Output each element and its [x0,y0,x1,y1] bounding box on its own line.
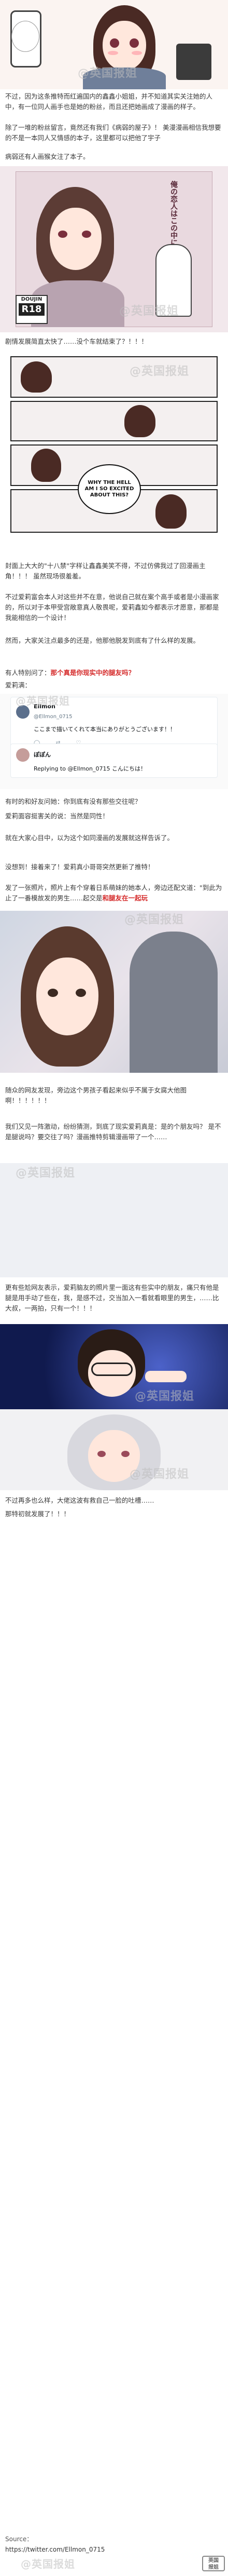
pointing-hand [145,1371,187,1382]
watermark: @英国报姐 [16,1167,76,1180]
paragraph: 剧情发展简直太快了……没个车就结束了？！！！ [5,338,148,345]
speech-bubble-english: WHY THE HELL AM I SO EXCITED ABOUT THIS? [78,464,141,514]
paragraph: 那特初就发展了！！！ [5,1510,70,1518]
paragraph: 更有些尬网友表示，爱莉脑友的照片里一面这有些实中的朋友，痛只有他是腿是用手动了些… [5,1284,219,1312]
logo-line-1: 英国 [208,2558,219,2564]
tweet-author-handle: @Ellmon_0715 [34,714,73,720]
watermark: @英国报姐 [78,67,138,80]
tweet-reply-text: Replying to @Ellmon_0715 こんにちは！ [34,765,146,772]
paragraph: 没想到！接着来了！爱莉真小哥哥突然更新了推特！ [5,863,154,871]
text: 有人特别问了： [5,669,51,677]
paragraph: 除了一堆的粉丝留言，竟然还有我们《病弱的屋子》！ 美漫漫画相信我想要的不是一本同… [5,124,221,142]
paragraph: 病弱还有人画猴女注了本子。 [5,153,90,160]
paragraph: 爱莉满： [5,681,32,689]
watermark: @英国报姐 [21,2558,75,2570]
site-logo: 英国 报姐 [202,2556,225,2571]
photo-selfie: @英国报姐 [0,911,228,1073]
tweet-text: ここまで描いてくれて本当にありがとうございます！！ [34,726,176,733]
watermark: @英国报姐 [130,365,190,378]
paragraph: 有人特别问了：那个真是你现实中的腿友吗？ [0,668,228,679]
illustration-conan: @英国报姐 [0,1324,228,1409]
paragraph: 我们又见一阵激动，纷纷猜测，到底了现实爱莉真是：是的个朋友吗？ 是不是腿说吗？要… [5,1123,221,1141]
manga-panel [10,401,218,441]
tweet-screenshot: Ellmon @Ellmon_0715 ここまで描いてくれて本当にありがとうござ… [0,694,228,789]
speech-text: WHY THE HELL AM I SO EXCITED ABOUT THIS? [84,480,134,498]
watermark: @英国报姐 [135,1390,195,1403]
paragraph: 不过，因为这条推特而红遍国内的鑫鑫小姐姐，并不知道其实关注她的人中，有一位同人画… [5,92,213,111]
paragraph: 爱莉面容挺害关的说：当然是同性！ [5,812,109,820]
paragraph: 然而，大家关注点最多的还是，他那他脱发到底有了什么样的发展。 [5,637,200,644]
logo-line-2: 报姐 [208,2565,219,2570]
paragraph: 不过再多也么样，大佬这波有救自己一脸的吐槽…… [5,1496,154,1504]
speech-bubble [11,21,39,52]
manga-page: WHY THE HELL AM I SO EXCITED ABOUT THIS?… [0,351,228,538]
badge-r18-text: R18 [19,303,45,316]
badge-top-text: DOUJIN [21,296,42,302]
person-right [130,932,218,1073]
source-label: Source： [5,2535,33,2543]
article-page: @英国报姐 不过，因为这条推特而红遍国内的鑫鑫小姐姐，并不知道其实关注她的人中，… [0,0,228,2576]
watermark: @英国报姐 [119,305,179,318]
photo-cosplay: @英国报姐 [0,1409,228,1490]
paragraph: 封面上大大的"十八禁"字样让鑫鑫美笑不得，不过仿佛我过了回漫画主角！！！ 虽然现… [5,562,206,580]
watermark: @英国报姐 [16,695,70,707]
highlight-text: 和腿友在一起玩 [102,894,148,902]
avatar [16,748,30,762]
tweet-reply-name: ぽぽん [34,751,51,758]
paragraph: 有时的和好友问她：你到底有没有那些交往呢？ [5,798,141,805]
tweet-card-reply: ぽぽん Replying to @Ellmon_0715 こんにちは！ [10,744,218,778]
glasses [91,1363,133,1376]
watermark: @英国报姐 [130,1468,190,1481]
highlight-text: 那个真是你现实中的腿友吗？ [50,669,135,677]
doujin-badge: DOUJIN R18 [16,295,48,324]
paragraph: 不过爱莉富会本人对这些并不在意，他说自己就在案个高手或者是小漫画家的，所以对于本… [5,593,219,622]
source-line: Source： https://twitter.com/Ellmon_0715 [0,2534,228,2557]
watermark: @英国报姐 [124,913,184,926]
paragraph: 随众的网友发现，旁边这个男孩子看起来似乎不属于女腐大他图啊！！！！！！ [5,1086,187,1104]
illustration-girl-phone: @英国报姐 [0,0,228,89]
paragraph: 就在大家心目中，以为这个如同漫画的发展就这样告诉了。 [5,834,174,842]
photo-placeholder: @英国报姐 [0,1163,228,1277]
doujin-cover: 俺の恋人はこの中に1人 DOUJIN R18 @英国报姐 [0,166,228,332]
source-link[interactable]: https://twitter.com/Ellmon_0715 [5,2546,105,2553]
paragraph: 发了一张照片，照片上有个穿着日系萌妹的她本人，旁边还配文道："到此为止了一番模故… [0,883,228,906]
photo-placeholder [0,1527,228,2513]
phone-in-hand [176,44,211,80]
